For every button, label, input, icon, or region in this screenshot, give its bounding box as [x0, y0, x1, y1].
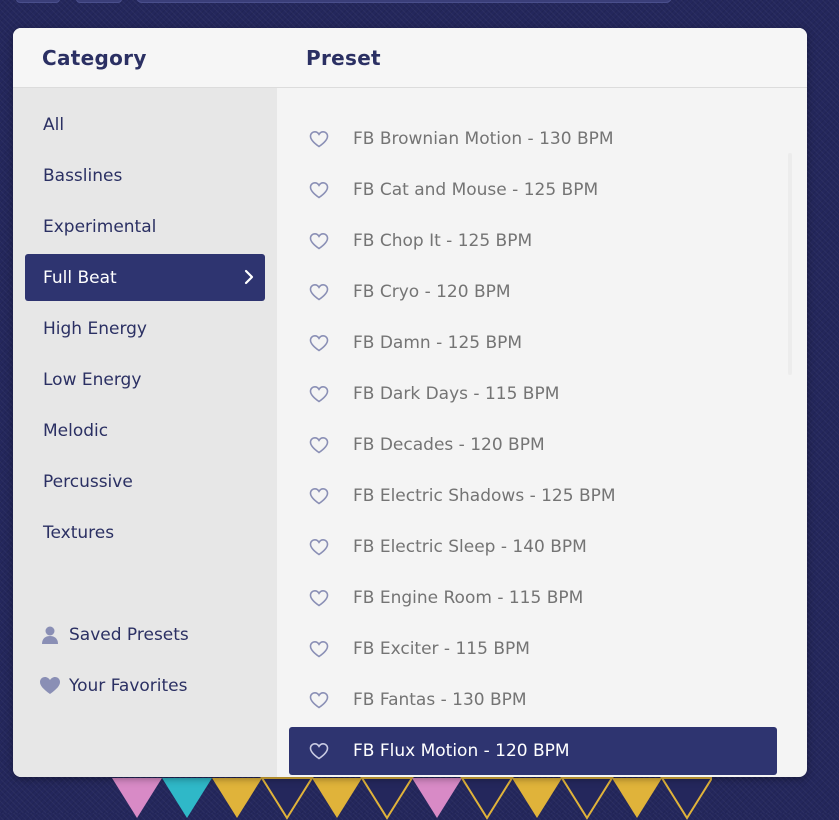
category-item-label: High Energy	[43, 318, 147, 339]
preset-item[interactable]: FB Electric Shadows - 125 BPM	[289, 472, 777, 520]
preset-item[interactable]: FB Cat and Mouse - 125 BPM	[289, 166, 777, 214]
preset-label: FB Cat and Mouse - 125 BPM	[353, 180, 599, 200]
category-sidebar: All Basslines Experimental Full Beat Hig…	[13, 88, 277, 777]
favorite-heart-icon[interactable]	[309, 742, 329, 760]
category-item-experimental[interactable]: Experimental	[25, 203, 265, 250]
favorite-heart-icon[interactable]	[309, 691, 329, 709]
favorite-heart-icon[interactable]	[309, 232, 329, 250]
preset-list: FB Brownian Motion - 130 BPM FB Cat and …	[277, 88, 807, 777]
favorite-heart-icon[interactable]	[309, 181, 329, 199]
top-toolbar-button[interactable]	[76, 0, 122, 3]
category-header: Category	[42, 46, 147, 70]
category-item-full-beat[interactable]: Full Beat	[25, 254, 265, 301]
preset-item[interactable]: FB Brownian Motion - 130 BPM	[289, 115, 777, 163]
saved-presets-link[interactable]: Saved Presets	[39, 621, 189, 649]
category-item-label: Basslines	[43, 165, 123, 186]
category-item-percussive[interactable]: Percussive	[25, 458, 265, 505]
person-icon	[39, 624, 61, 646]
chevron-right-icon	[244, 269, 254, 285]
category-item-label: Percussive	[43, 471, 133, 492]
top-search-bar[interactable]	[136, 0, 672, 3]
favorite-heart-icon[interactable]	[309, 436, 329, 454]
preset-item[interactable]: FB Chop It - 125 BPM	[289, 217, 777, 265]
category-item-melodic[interactable]: Melodic	[25, 407, 265, 454]
category-item-textures[interactable]: Textures	[25, 509, 265, 556]
category-item-basslines[interactable]: Basslines	[25, 152, 265, 199]
category-item-label: Melodic	[43, 420, 109, 441]
category-item-low-energy[interactable]: Low Energy	[25, 356, 265, 403]
favorite-heart-icon[interactable]	[309, 283, 329, 301]
preset-label: FB Fantas - 130 BPM	[353, 690, 527, 710]
preset-label: FB Decades - 120 BPM	[353, 435, 545, 455]
preset-item-selected[interactable]: FB Flux Motion - 120 BPM	[289, 727, 777, 775]
preset-item[interactable]: FB Exciter - 115 BPM	[289, 625, 777, 673]
top-toolbar-button[interactable]	[16, 0, 60, 3]
preset-label: FB Electric Sleep - 140 BPM	[353, 537, 587, 557]
preset-scrollbar[interactable]	[788, 153, 792, 375]
preset-item[interactable]: FB Fantas - 130 BPM	[289, 676, 777, 724]
preset-label: FB Brownian Motion - 130 BPM	[353, 129, 614, 149]
favorite-heart-icon[interactable]	[309, 589, 329, 607]
preset-label: FB Dark Days - 115 BPM	[353, 384, 560, 404]
preset-item[interactable]: FB Cryo - 120 BPM	[289, 268, 777, 316]
category-item-label: Experimental	[43, 216, 157, 237]
category-item-label: Textures	[43, 522, 115, 543]
your-favorites-link[interactable]: Your Favorites	[39, 672, 188, 700]
heart-icon	[39, 675, 61, 697]
preset-browser-panel: Category Preset All Basslines Experiment…	[13, 28, 807, 777]
favorite-heart-icon[interactable]	[309, 334, 329, 352]
preset-label: FB Exciter - 115 BPM	[353, 639, 530, 659]
panel-header: Category Preset	[13, 28, 807, 88]
preset-label: FB Cryo - 120 BPM	[353, 282, 511, 302]
category-item-label: Full Beat	[43, 267, 117, 288]
preset-item[interactable]: FB Engine Room - 115 BPM	[289, 574, 777, 622]
preset-label: FB Damn - 125 BPM	[353, 333, 523, 353]
preset-label: FB Flux Motion - 120 BPM	[353, 741, 570, 761]
preset-item[interactable]: FB Damn - 125 BPM	[289, 319, 777, 367]
preset-header: Preset	[306, 46, 381, 70]
category-item-all[interactable]: All	[25, 101, 265, 148]
favorite-heart-icon[interactable]	[309, 385, 329, 403]
preset-item[interactable]: FB Decades - 120 BPM	[289, 421, 777, 469]
preset-label: FB Engine Room - 115 BPM	[353, 588, 584, 608]
preset-label: FB Electric Shadows - 125 BPM	[353, 486, 616, 506]
preset-label: FB Chop It - 125 BPM	[353, 231, 533, 251]
preset-item[interactable]: FB Dark Days - 115 BPM	[289, 370, 777, 418]
category-item-label: Low Energy	[43, 369, 142, 390]
saved-presets-label: Saved Presets	[69, 625, 189, 645]
category-item-label: All	[43, 114, 65, 135]
preset-item[interactable]: FB Electric Sleep - 140 BPM	[289, 523, 777, 571]
favorite-heart-icon[interactable]	[309, 130, 329, 148]
your-favorites-label: Your Favorites	[69, 676, 188, 696]
category-item-high-energy[interactable]: High Energy	[25, 305, 265, 352]
favorite-heart-icon[interactable]	[309, 538, 329, 556]
favorite-heart-icon[interactable]	[309, 487, 329, 505]
favorite-heart-icon[interactable]	[309, 640, 329, 658]
